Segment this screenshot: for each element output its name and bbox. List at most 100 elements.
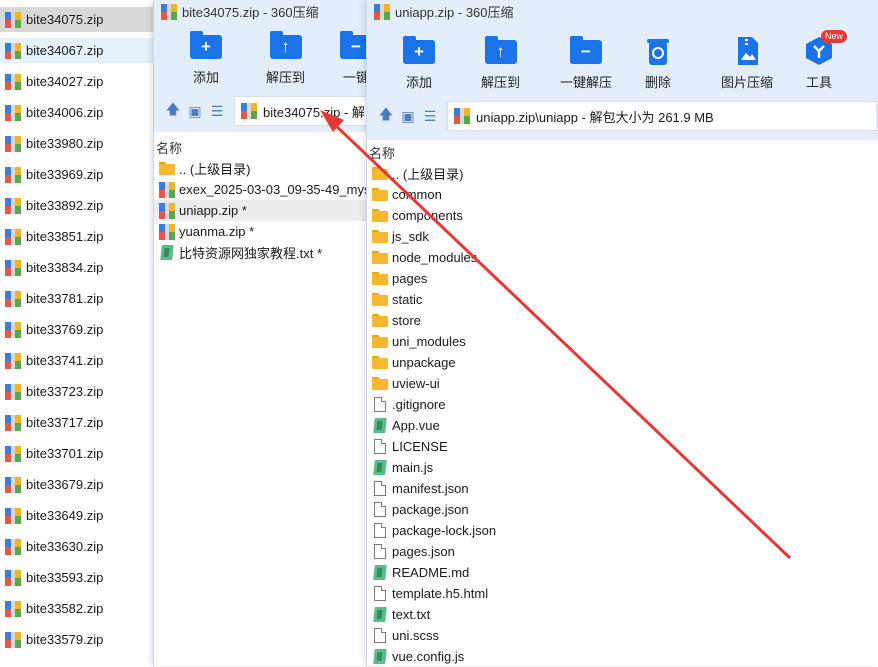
file-name: bite33717.zip (26, 415, 104, 430)
file-row[interactable]: static (367, 289, 878, 310)
file-list-item[interactable]: bite34075.zip (0, 7, 154, 32)
toolbar-button-extract-to[interactable]: ↑ 解压到 (481, 36, 520, 91)
file-row[interactable]: store (367, 310, 878, 331)
file-list-item[interactable]: bite33717.zip (0, 410, 154, 435)
file-row-name: uni.scss (392, 628, 439, 643)
file-list-item[interactable]: bite33781.zip (0, 286, 154, 311)
archive-icon (159, 223, 175, 240)
file-list-item[interactable]: bite33741.zip (0, 348, 154, 373)
file-list-item[interactable]: bite33649.zip (0, 503, 154, 528)
file-row[interactable]: uniapp.zip * (154, 200, 383, 221)
archive-icon (5, 228, 21, 245)
toolbar-button-tools[interactable]: New 工具 (803, 30, 848, 91)
toolbar-button-label: 删除 (644, 75, 671, 90)
file-row[interactable]: node_modules (367, 247, 878, 268)
file-row[interactable]: uni.scss (367, 625, 878, 646)
file-list-item[interactable]: bite33593.zip (0, 565, 154, 590)
file-row[interactable]: manifest.json (367, 478, 878, 499)
file-name: bite34075.zip (26, 12, 104, 27)
file-row[interactable]: unpackage (367, 352, 878, 373)
file-row-name: store (392, 313, 421, 328)
file-list-item[interactable]: bite33769.zip (0, 317, 154, 342)
file-row[interactable]: App.vue (367, 415, 878, 436)
file-list-item[interactable]: bite34027.zip (0, 69, 154, 94)
file-row-name: unpackage (392, 355, 456, 370)
file-row[interactable]: .gitignore (367, 394, 878, 415)
file-list-item[interactable]: bite34006.zip (0, 100, 154, 125)
toolbar-button-one-click-extract[interactable]: − 一键解压 (560, 36, 612, 91)
up-arrow-icon[interactable]: 🡅 (375, 104, 397, 128)
file-row[interactable]: exex_2025-03-03_09-35-49_mysq (154, 179, 383, 200)
archive-icon (5, 259, 21, 276)
file-row[interactable]: pages.json (367, 541, 878, 562)
column-header-name[interactable]: 名称 (156, 138, 182, 157)
file-row[interactable]: .. (上级目录) (154, 158, 383, 179)
file-list-item[interactable]: bite33582.zip (0, 596, 154, 621)
file-row[interactable]: template.h5.html (367, 583, 878, 604)
file-list-item[interactable]: bite33579.zip (0, 627, 154, 652)
toolbar-button-extract-to[interactable]: ↑ 解压到 (266, 31, 305, 86)
folder-icon (372, 314, 388, 327)
toolbar-button-add-folder[interactable]: + 添加 (190, 31, 222, 86)
file-list-item[interactable]: bite33630.zip (0, 534, 154, 559)
list-view-icon[interactable]: ☰ (206, 103, 228, 120)
detail-view-icon[interactable]: ▣ (184, 103, 206, 120)
up-arrow-icon[interactable]: 🡅 (162, 99, 184, 123)
file-list-item[interactable]: bite34067.zip (0, 38, 154, 63)
file-row-name: pages.json (392, 544, 455, 559)
file-list-item[interactable]: bite33892.zip (0, 193, 154, 218)
file-name: bite33701.zip (26, 446, 104, 461)
archive-window-bite34075: bite34075.zip - 360压缩 + 添加 ↑ 解压到 − 一键 🡅 ▣ ☰ b… (153, 0, 394, 666)
file-list-item[interactable]: bite33701.zip (0, 441, 154, 466)
document-icon (374, 481, 386, 496)
file-row[interactable]: js_sdk (367, 226, 878, 247)
file-list-item[interactable]: bite33723.zip (0, 379, 154, 404)
file-row[interactable]: LICENSE (367, 436, 878, 457)
path-field[interactable]: uniapp.zip\uniapp - 解包大小为 261.9 MB (447, 101, 877, 131)
toolbar-button-delete[interactable]: 删除 (642, 36, 674, 91)
file-row-name: manifest.json (392, 481, 469, 496)
archive-icon (5, 197, 21, 214)
file-row[interactable]: main.js (367, 457, 878, 478)
file-row[interactable]: components (367, 205, 878, 226)
file-row-name: js_sdk (392, 229, 429, 244)
window-title-text: bite34075.zip - 360压缩 (182, 5, 319, 20)
file-row[interactable]: common (367, 184, 878, 205)
file-row[interactable]: text.txt (367, 604, 878, 625)
file-row[interactable]: uni_modules (367, 331, 878, 352)
file-row-name: common (392, 187, 442, 202)
window-title: bite34075.zip - 360压缩 (161, 2, 319, 21)
folder-icon (372, 335, 388, 348)
archive-icon (5, 104, 21, 121)
file-row-name: uview-ui (392, 376, 440, 391)
file-row[interactable]: vue.config.js (367, 646, 878, 667)
archive-icon (5, 321, 21, 338)
file-list-item[interactable]: bite33969.zip (0, 162, 154, 187)
file-row[interactable]: .. (上级目录) (367, 163, 878, 184)
file-list-item[interactable]: bite33980.zip (0, 131, 154, 156)
file-row[interactable]: package-lock.json (367, 520, 878, 541)
toolbar-button-image-compress[interactable]: 图片压缩 (721, 36, 773, 91)
column-header-name[interactable]: 名称 (369, 143, 395, 162)
file-list-item[interactable]: bite33851.zip (0, 224, 154, 249)
file-name: bite33679.zip (26, 477, 104, 492)
file-list-item[interactable]: bite33834.zip (0, 255, 154, 280)
file-list-item[interactable]: bite33679.zip (0, 472, 154, 497)
file-row[interactable]: package.json (367, 499, 878, 520)
detail-view-icon[interactable]: ▣ (397, 108, 419, 125)
extract-to-icon: ↑ (269, 31, 302, 59)
file-row[interactable]: yuanma.zip * (154, 221, 383, 242)
file-row-name: yuanma.zip * (179, 224, 255, 239)
file-row-name: .gitignore (392, 397, 446, 412)
archive-icon (454, 108, 470, 124)
list-view-icon[interactable]: ☰ (419, 108, 441, 125)
file-row[interactable]: README.md (367, 562, 878, 583)
file-type-icon (373, 565, 387, 580)
file-row[interactable]: 比特资源网独家教程.txt * (154, 242, 383, 263)
file-row[interactable]: uview-ui (367, 373, 878, 394)
toolbar-button-add-folder[interactable]: + 添加 (403, 36, 435, 91)
file-row-name: text.txt (392, 607, 431, 622)
document-icon (374, 523, 386, 538)
file-name: bite33741.zip (26, 353, 104, 368)
file-row[interactable]: pages (367, 268, 878, 289)
